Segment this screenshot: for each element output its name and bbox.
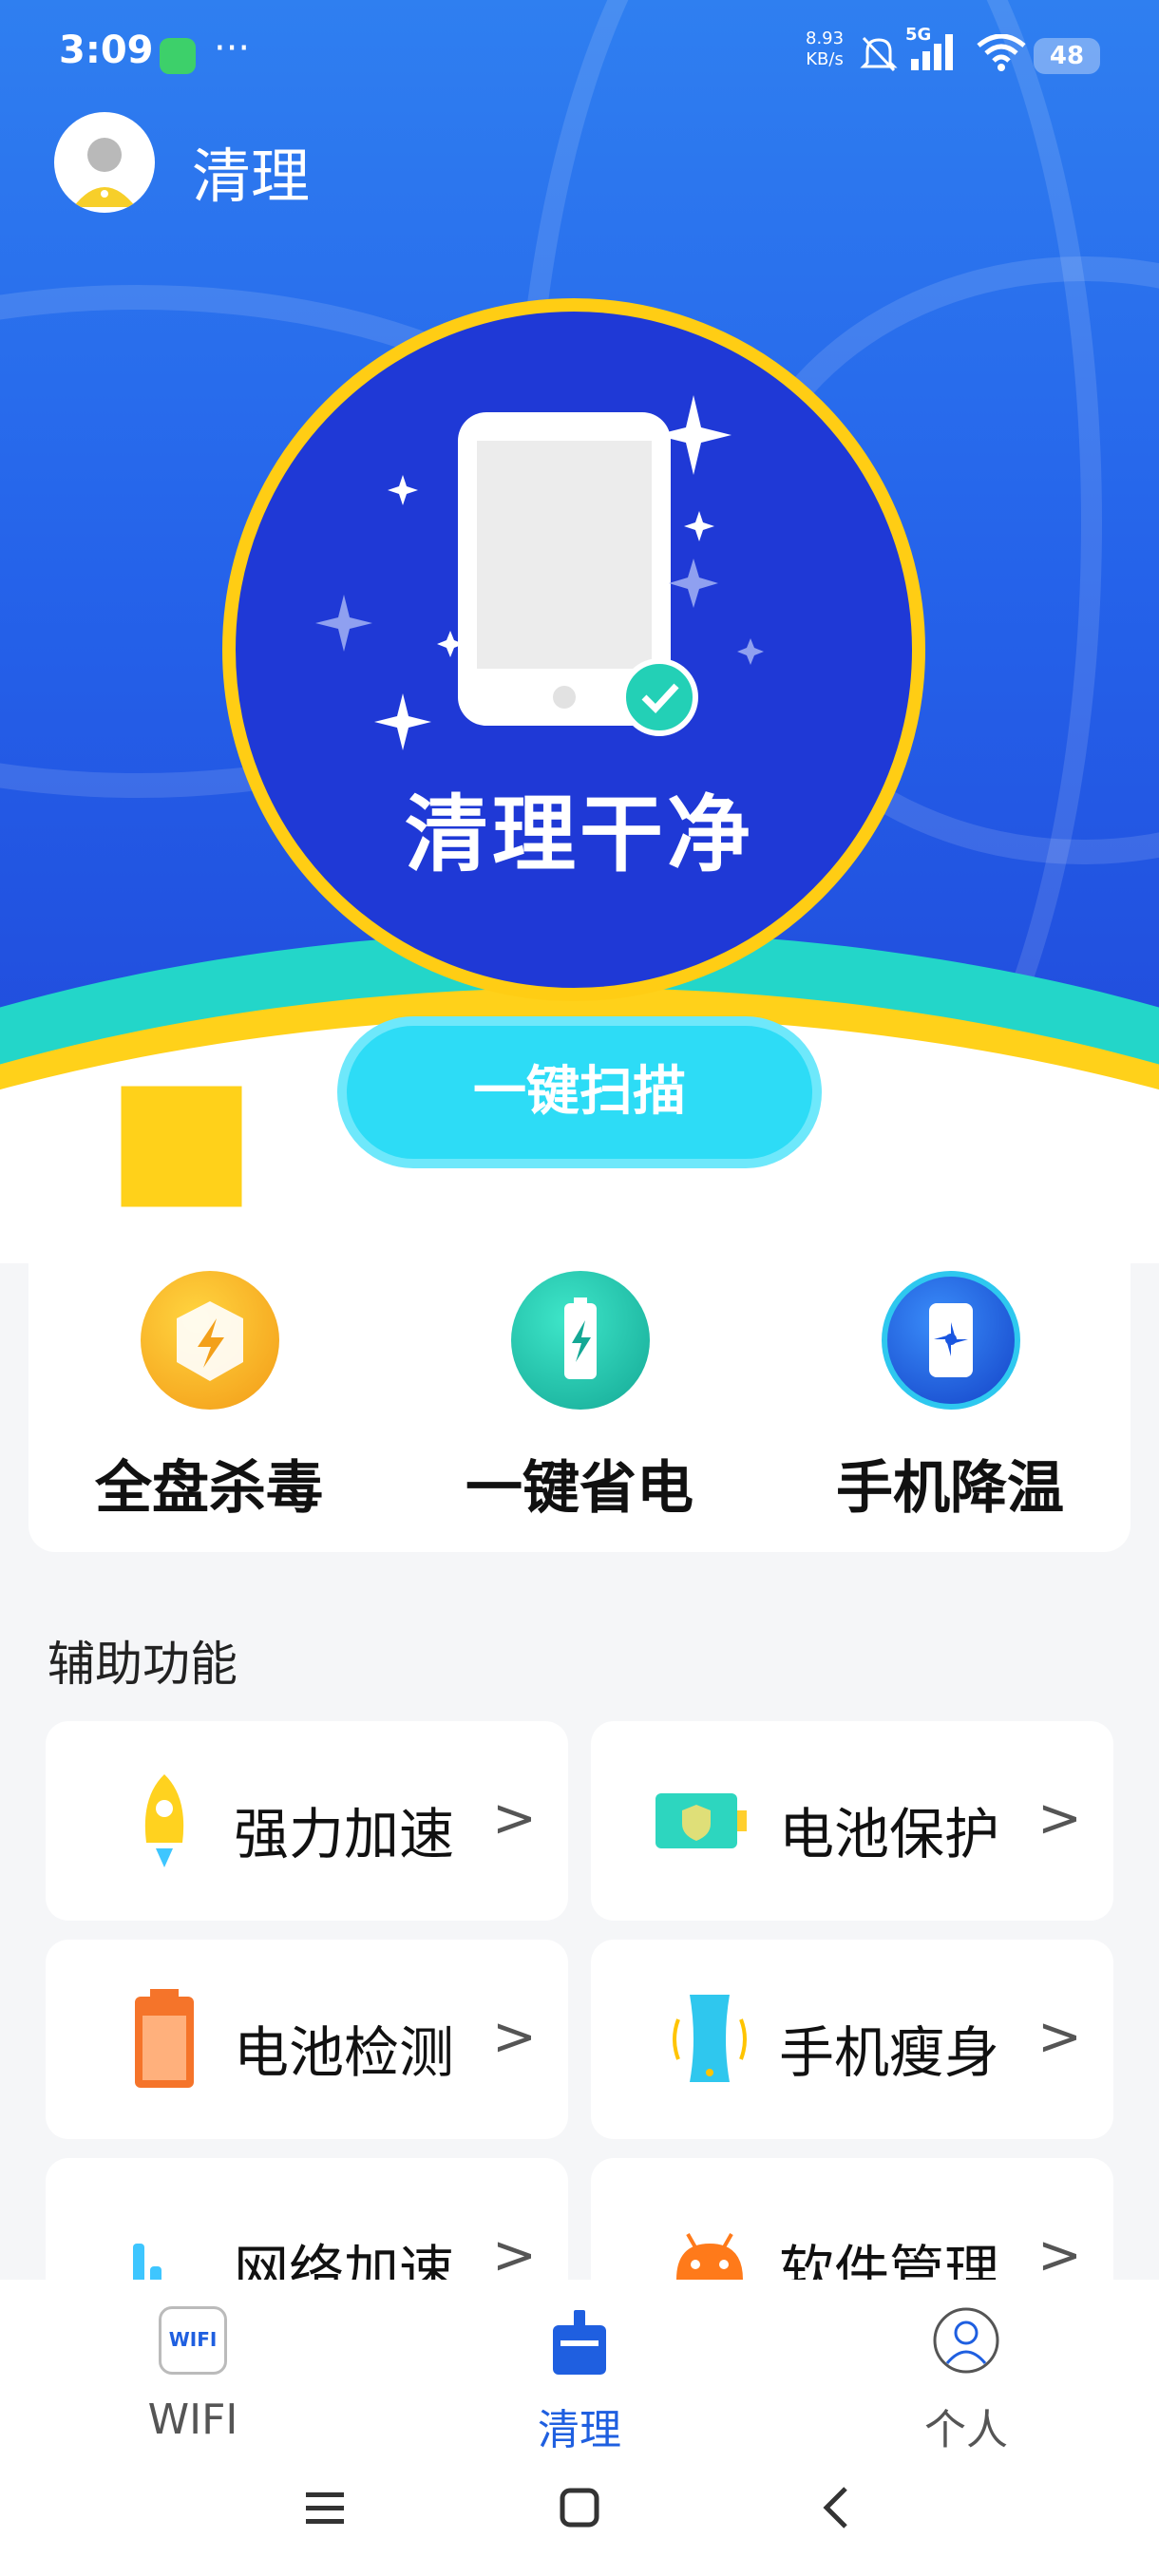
chevron-right-icon: > (1037, 1788, 1082, 1849)
wifi-tab-icon: WIFI (159, 2306, 227, 2375)
feature-label: 手机瘦身 (779, 2020, 1000, 2085)
one-key-scan-button[interactable]: 一键扫描 (337, 1016, 822, 1168)
chevron-right-icon: > (492, 1788, 537, 1849)
feature-battery-check[interactable]: 电池检测 > (46, 1940, 568, 2139)
rocket-icon (112, 1769, 217, 1873)
section-title: 辅助功能 (48, 1637, 238, 1692)
feature-boost[interactable]: 强力加速 > (46, 1721, 568, 1921)
status-time: 3:09 (59, 28, 154, 72)
home-icon[interactable] (557, 2485, 602, 2534)
quick-action-label: 手机降温 (836, 1455, 1064, 1522)
battery-shield-icon (650, 1769, 754, 1873)
chevron-right-icon: > (1037, 2225, 1082, 2286)
tab-profile[interactable]: 个人 (843, 2301, 1090, 2454)
bottom-tab-bar: WIFI WIFI 清理 个人 (0, 2280, 1159, 2454)
back-icon[interactable] (815, 2485, 861, 2534)
tab-wifi[interactable]: WIFI WIFI (69, 2301, 316, 2444)
wifi-icon (977, 33, 1026, 76)
tab-label: WIFI (147, 2396, 238, 2444)
tab-label: 清理 (538, 2406, 621, 2454)
quick-actions-card: 全盘杀毒 一键省电 手机降温 (28, 1214, 1130, 1552)
quick-action-cool-down[interactable]: 手机降温 (770, 1214, 1130, 1552)
net-speed-unit: KB/s (806, 49, 844, 69)
quick-action-power-save[interactable]: 一键省电 (399, 1214, 760, 1552)
notification-app-icon (160, 38, 196, 74)
phone-fan-icon (882, 1271, 1020, 1410)
quick-action-label: 全盘杀毒 (95, 1455, 323, 1522)
quick-action-antivirus[interactable]: 全盘杀毒 (28, 1214, 390, 1552)
wifi-tab-badge: WIFI (168, 2328, 218, 2351)
mute-bell-icon (860, 32, 898, 78)
battery-icon (112, 1987, 217, 2092)
chevron-right-icon: > (492, 2006, 537, 2068)
quick-action-label: 一键省电 (466, 1455, 694, 1522)
chevron-right-icon: > (492, 2225, 537, 2286)
feature-label: 强力加速 (234, 1802, 455, 1866)
avatar[interactable] (54, 112, 155, 213)
phone-slim-icon (657, 1987, 762, 2092)
cell-signal-icon: 5G (905, 25, 962, 76)
broom-icon (549, 2310, 610, 2380)
page-title: 清理 (192, 142, 311, 211)
network-type: 5G (905, 25, 932, 45)
net-speed-value: 8.93 (806, 28, 845, 48)
tab-label: 个人 (924, 2406, 1008, 2454)
menu-icon[interactable] (302, 2485, 348, 2534)
more-notifications: ··· (214, 27, 251, 70)
battery-bolt-icon (511, 1271, 650, 1410)
feature-label: 电池检测 (234, 2020, 455, 2085)
phone-sparkle-icon (294, 380, 788, 764)
chevron-right-icon: > (1037, 2006, 1082, 2068)
shield-bolt-icon (141, 1271, 279, 1410)
tab-clean[interactable]: 清理 (456, 2301, 703, 2454)
battery-indicator: 48 (1034, 38, 1100, 74)
feature-phone-slim[interactable]: 手机瘦身 > (591, 1940, 1113, 2139)
feature-label: 电池保护 (779, 1802, 1000, 1866)
feature-battery-protect[interactable]: 电池保护 > (591, 1721, 1113, 1921)
system-nav-bar (0, 2451, 1159, 2576)
status-bar: 3:09 ··· 8.93 KB/s 5G 48 (0, 0, 1159, 114)
clean-status-text: 清理干净 (404, 786, 754, 883)
net-speed: 8.93 KB/s (806, 28, 844, 70)
person-icon (932, 2306, 1000, 2378)
